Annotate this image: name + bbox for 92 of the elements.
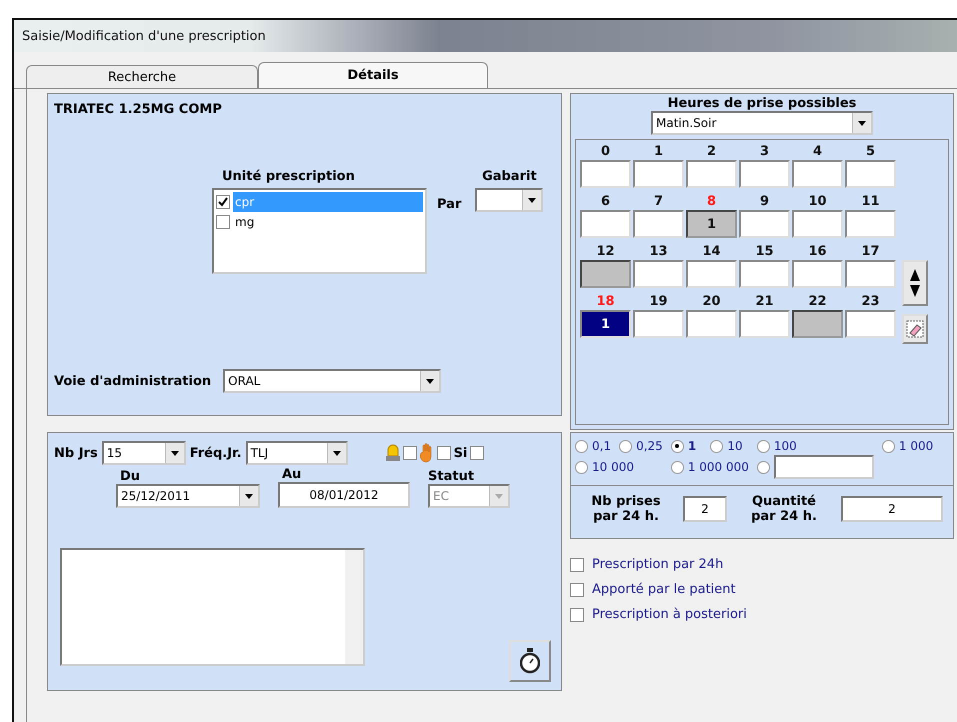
gabarit-dropdown[interactable] [475, 188, 544, 212]
hour-label: 18 [596, 294, 615, 309]
alarm-light-icon [386, 444, 400, 462]
nb-jrs-dropdown[interactable]: 15 [102, 441, 186, 465]
scale-radio[interactable]: 10 [710, 439, 749, 453]
hour-cell[interactable]: 1 [580, 310, 631, 338]
dropdown-arrow-icon [245, 494, 253, 498]
par-label: Par [437, 197, 462, 214]
scale-radio[interactable]: 10 000 [575, 455, 663, 479]
hour-cell[interactable] [580, 260, 631, 288]
eraser-icon [906, 320, 924, 338]
hour-label: 6 [600, 194, 610, 209]
dropdown-arrow-icon [495, 494, 503, 498]
hour-label: 22 [808, 294, 827, 309]
unit-list[interactable]: cpr mg [212, 188, 427, 274]
si-label: Si [454, 446, 468, 460]
voie-dropdown[interactable]: ORAL [223, 369, 442, 393]
nb-jrs-label: Nb Jrs [54, 446, 98, 460]
scale-radio[interactable]: 1 000 [882, 439, 934, 453]
hours-label: Heures de prise possibles [668, 96, 856, 111]
stopwatch-icon [520, 647, 540, 675]
product-name: TRIATEC 1.25MG COMP [54, 102, 223, 117]
hour-label: 17 [861, 244, 880, 259]
nb-prises-field[interactable]: 2 [683, 496, 727, 522]
freq-label: Fréq.Jr. [190, 446, 242, 460]
scrollbar[interactable] [345, 550, 363, 664]
hour-cell[interactable] [792, 310, 843, 338]
hour-label: 19 [649, 294, 668, 309]
hour-label: 10 [808, 194, 827, 209]
hour-label: 15 [755, 244, 774, 259]
checkbox[interactable] [216, 195, 230, 209]
hour-label: 8 [706, 194, 716, 209]
gabarit-label: Gabarit [482, 169, 537, 184]
tab[interactable]: Détails [258, 62, 488, 88]
up-down-button[interactable] [902, 260, 928, 306]
checkbox[interactable] [570, 608, 584, 622]
hour-label: 9 [760, 194, 770, 209]
scale-radio[interactable]: 100 [756, 439, 874, 453]
hour-label: 2 [706, 144, 716, 159]
checkbox[interactable] [570, 582, 584, 596]
hours-dropdown[interactable]: Matin.Soir [651, 111, 873, 135]
hour-label: 21 [755, 294, 774, 309]
checkbox[interactable] [570, 558, 584, 572]
hand-icon [420, 443, 434, 463]
hour-label: 23 [861, 294, 880, 309]
dropdown-arrow-icon [528, 198, 536, 202]
checkbox[interactable] [402, 446, 417, 460]
du-date-dropdown[interactable]: 25/12/2011 [116, 484, 260, 508]
dropdown-arrow-icon [170, 450, 179, 456]
nb-prises-label: Nb prises par 24 h. [590, 494, 662, 524]
quantite-field[interactable]: 2 [841, 496, 943, 522]
hour-cell[interactable]: 1 [686, 210, 737, 238]
hour-label: 14 [702, 244, 721, 259]
scale-radio[interactable]: 0,1 [575, 439, 612, 453]
du-label: Du [119, 469, 142, 484]
unit-label: Unité prescription [221, 169, 356, 184]
scale-radio[interactable]: 1 [670, 439, 702, 453]
quantite-label: Quantité par 24 h. [750, 494, 818, 524]
hour-label: 7 [654, 194, 664, 209]
scale-radio[interactable]: 0,25 [619, 439, 663, 453]
dropdown-arrow-icon [858, 120, 866, 126]
hour-label: 11 [861, 194, 880, 209]
window-title: Saisie/Modification d'une prescription [22, 28, 266, 44]
hour-label: 3 [760, 144, 770, 159]
scale-radio[interactable]: 1 000 000 [670, 455, 749, 479]
option-checkbox[interactable]: Prescription par 24h [570, 557, 954, 572]
dropdown-arrow-icon [332, 450, 341, 456]
hour-label: 16 [808, 244, 827, 259]
hour-label: 0 [600, 144, 610, 159]
dropdown-arrow-icon [426, 378, 434, 384]
statut-label: Statut [428, 469, 476, 484]
option-checkbox[interactable]: Apporté par le patient [570, 582, 954, 597]
hour-label: 5 [866, 144, 876, 159]
au-date-field[interactable]: 08/01/2012 [278, 482, 410, 508]
checkbox[interactable] [216, 215, 230, 229]
hour-label: 20 [702, 294, 721, 309]
list-item[interactable]: mg [233, 212, 423, 232]
voie-label: Voie d'administration [54, 374, 212, 388]
hour-label: 4 [812, 144, 822, 159]
checkbox[interactable] [470, 446, 484, 460]
hour-label: 13 [649, 244, 668, 259]
tab[interactable]: Recherche [26, 65, 258, 88]
option-checkbox[interactable]: Prescription à posteriori [570, 607, 954, 622]
eraser-button[interactable] [902, 314, 928, 344]
au-label: Au [281, 467, 302, 482]
freq-dropdown[interactable]: TLJ [246, 441, 348, 465]
checkbox[interactable] [436, 446, 451, 460]
stopwatch-button[interactable] [509, 640, 551, 682]
hour-label: 12 [596, 244, 615, 259]
notes-field[interactable] [60, 548, 365, 666]
up-down-arrows-icon [910, 269, 920, 297]
hour-label: 1 [654, 144, 664, 159]
